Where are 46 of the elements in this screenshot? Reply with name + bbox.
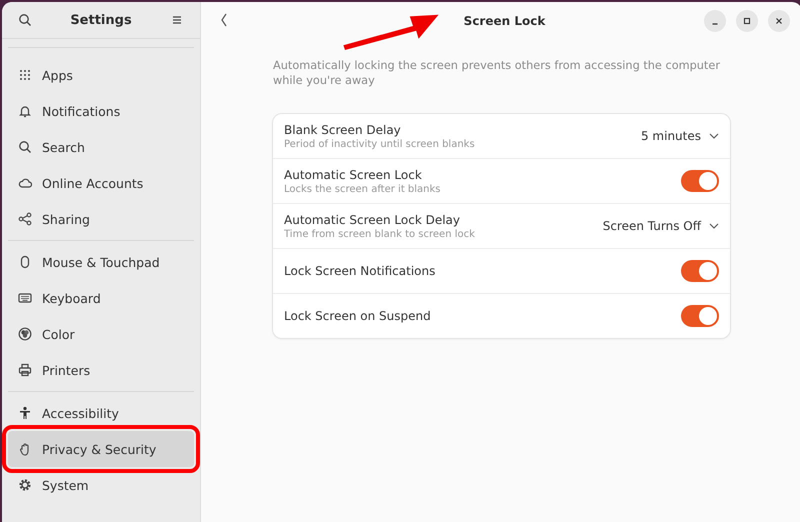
row-title: Automatic Screen Lock [284,168,423,182]
row-title: Blank Screen Delay [284,122,402,136]
sidebar-item[interactable]: System [8,467,194,503]
sidebar-item[interactable]: Search [8,129,194,165]
toggle-switch[interactable] [681,170,719,192]
row-title: Lock Screen Notifications [284,264,436,278]
cloud-icon [18,176,32,190]
row-subtitle: Period of inactivity until screen blanks [284,138,476,150]
sidebar-title: Settings [70,12,132,28]
sidebar-item[interactable]: Mouse & Touchpad [8,244,194,280]
dropdown[interactable]: 5 minutes [640,129,719,143]
sidebar-item[interactable]: Sharing [8,201,194,237]
sidebar-item[interactable]: Privacy & Security [8,431,194,467]
search-icon [18,140,32,154]
page-description: Automatically locking the screen prevents others from accessing the computer while you're away [273,58,721,88]
printer-icon [18,363,32,377]
chevron-down-icon [709,223,719,229]
sidebar-item[interactable]: Notifications [8,93,194,129]
maximize-icon [741,15,753,27]
sidebar-item[interactable]: Printers [8,352,194,388]
sidebar-item[interactable]: Color [8,316,194,352]
dropdown[interactable]: Screen Turns Off [602,219,719,233]
sidebar-item[interactable]: Keyboard [8,280,194,316]
maximize-button[interactable] [736,10,758,32]
bell-icon [18,104,32,118]
gear-icon [18,478,32,492]
row-subtitle: Time from screen blank to screen lock [284,228,476,240]
toggle-switch[interactable] [681,305,719,327]
keyboard-icon [18,291,32,305]
row-title: Lock Screen on Suspend [284,309,432,323]
apps-grid-icon [18,68,32,82]
chevron-down-icon [709,133,719,139]
toggle-switch[interactable] [681,260,719,282]
row-subtitle: Locks the screen after it blanks [284,184,442,194]
close-button[interactable] [768,10,790,32]
minimize-icon [712,23,718,25]
page-title: Screen Lock [462,14,546,28]
sidebar-item[interactable]: Apps [8,57,194,93]
person-icon [18,406,32,420]
row-title: Automatic Screen Lock Delay [284,212,462,226]
mouse-icon [18,255,32,269]
share-icon [18,212,32,226]
color-wheel-icon [18,327,32,341]
sidebar-item[interactable]: Accessibility [8,395,194,431]
search-icon [18,13,32,27]
sidebar-item[interactable]: Online Accounts [8,165,194,201]
